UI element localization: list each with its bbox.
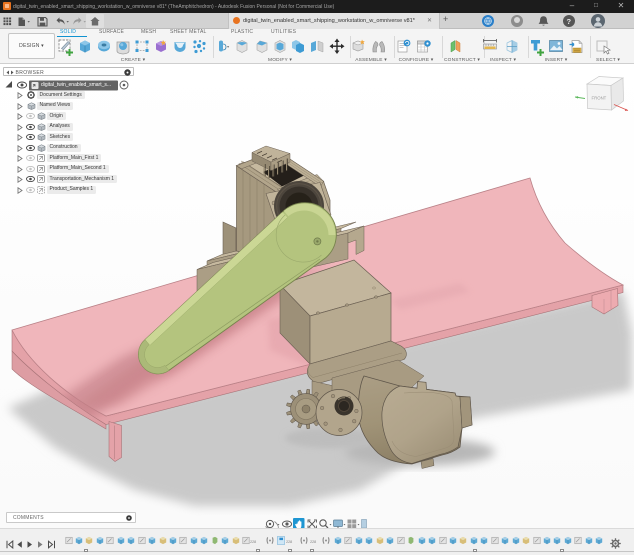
svg-text:FRONT: FRONT xyxy=(592,96,607,101)
